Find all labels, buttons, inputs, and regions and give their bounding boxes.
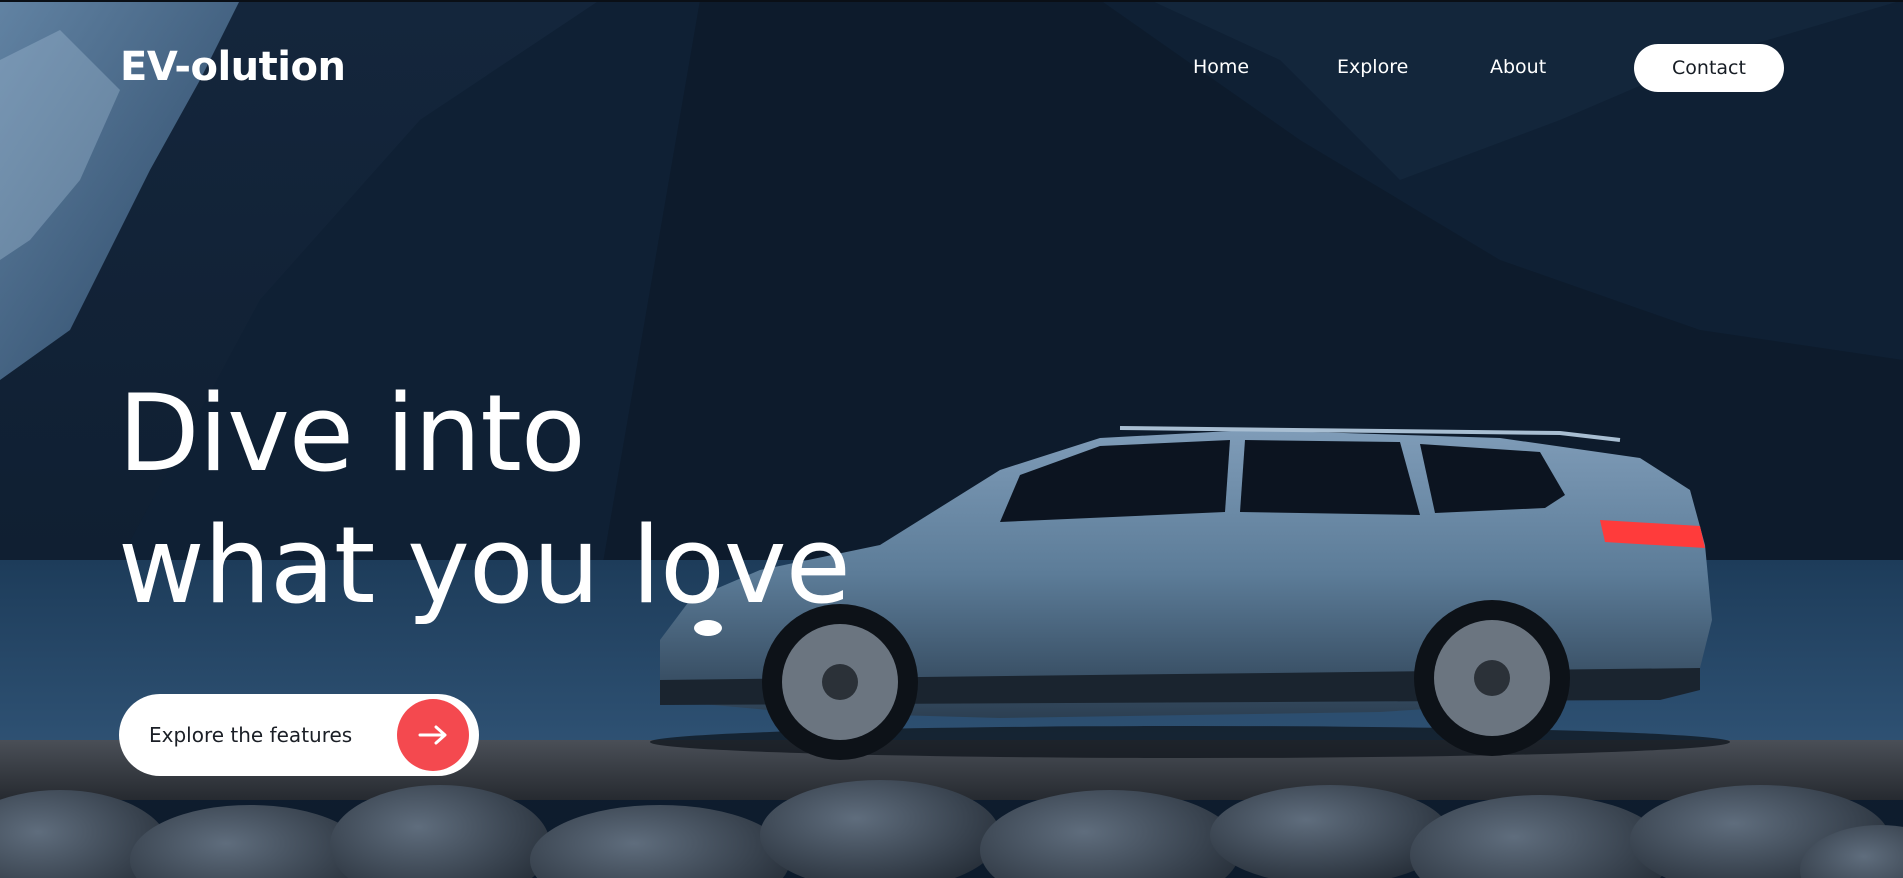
explore-features-label: Explore the features [149, 723, 353, 747]
nav-link-about[interactable]: About [1490, 56, 1546, 78]
nav-link-home[interactable]: Home [1193, 56, 1249, 78]
top-border [0, 0, 1903, 2]
arrow-right-icon[interactable] [397, 699, 469, 771]
main-nav: Home Explore About Contact [0, 44, 1903, 92]
hero-headline-line-2: what you love [118, 504, 851, 627]
nav-link-explore[interactable]: Explore [1337, 56, 1408, 78]
hero-section: EV-olution Home Explore About Contact Di… [0, 0, 1903, 878]
hero-headline-line-1: Dive into [118, 372, 586, 495]
explore-features-button[interactable]: Explore the features [119, 694, 479, 776]
contact-button[interactable]: Contact [1634, 44, 1784, 92]
hero-headline: Dive into what you love [118, 368, 851, 632]
